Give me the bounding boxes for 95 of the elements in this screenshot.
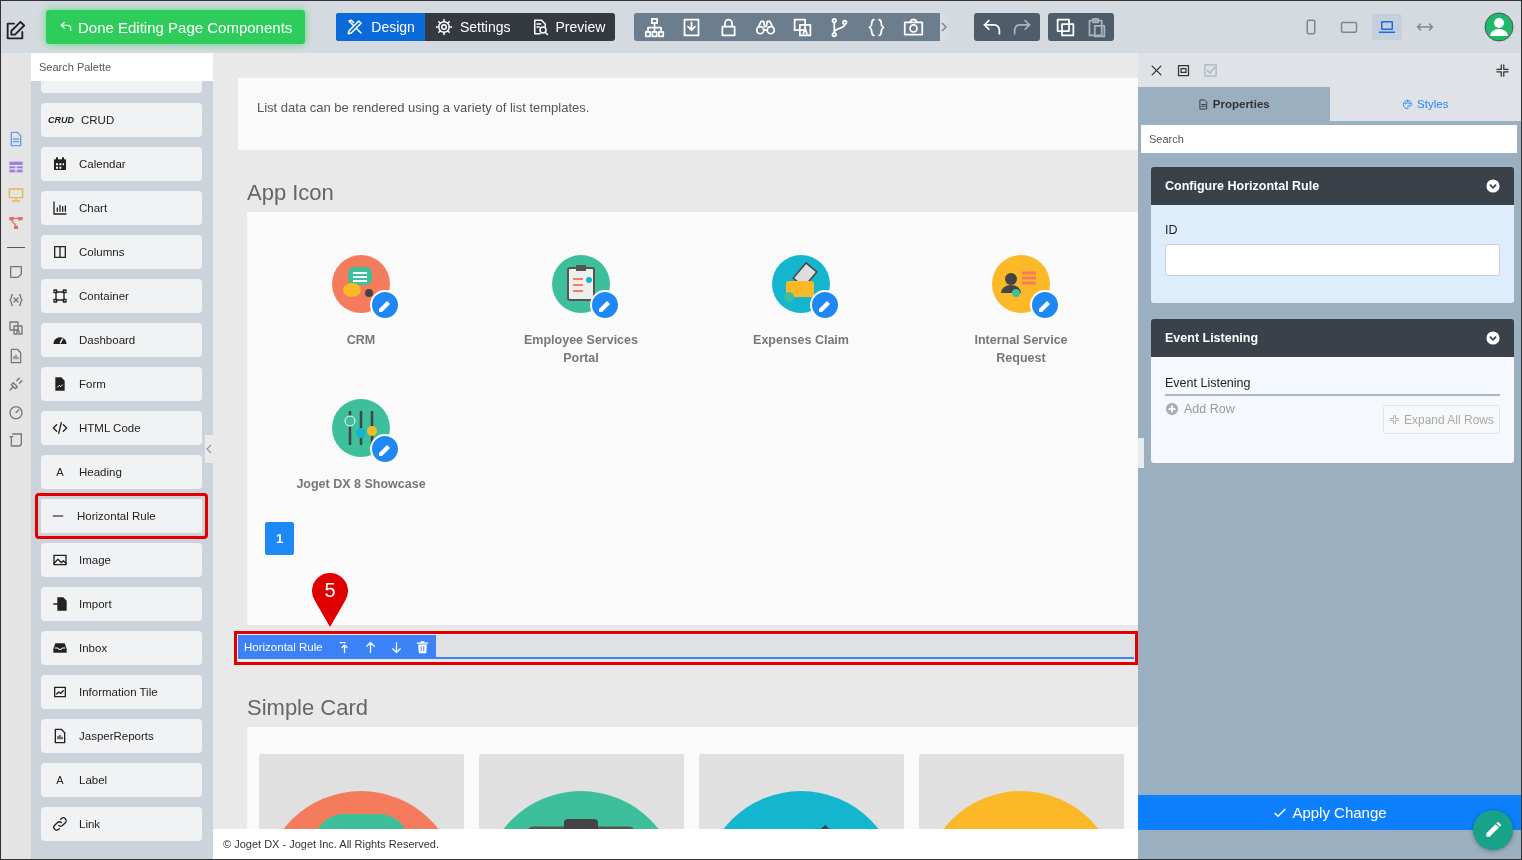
design-icon — [346, 18, 365, 36]
note-icon[interactable] — [8, 264, 24, 280]
page-icon[interactable] — [8, 131, 24, 147]
translate-icon[interactable] — [792, 16, 814, 38]
palette-item[interactable]: Link — [41, 807, 202, 841]
palette-item[interactable]: Form — [41, 367, 202, 401]
copy-icon[interactable] — [1055, 16, 1077, 38]
app-name[interactable]: Employee Services Portal — [511, 331, 651, 367]
palette-item[interactable]: Information Tile — [41, 675, 202, 709]
panel-tab[interactable]: Properties — [1138, 87, 1330, 121]
more-tools-tab[interactable] — [940, 13, 949, 41]
palette-item[interactable]: CRUD CRUD — [41, 103, 202, 137]
container-icon — [52, 288, 68, 304]
back-arrow-icon — [59, 20, 73, 34]
script-icon[interactable] — [8, 432, 24, 448]
paste-icon[interactable] — [1086, 16, 1108, 38]
palette-item[interactable]: Dashboard — [41, 323, 202, 357]
component-icon: CRUD — [48, 115, 74, 125]
chevron-down-icon — [1486, 331, 1500, 345]
section-header[interactable]: Event Listening — [1151, 319, 1514, 357]
app-name[interactable]: Internal Service Request — [951, 331, 1091, 367]
report-icon[interactable] — [8, 348, 24, 364]
app-name[interactable]: Joget DX 8 Showcase — [291, 475, 431, 493]
palette-item[interactable]: Import — [41, 587, 202, 621]
palette-item[interactable]: Container — [41, 279, 202, 313]
component-icon: A — [52, 466, 68, 478]
collapse-handle[interactable] — [205, 435, 213, 463]
settings-icon — [434, 18, 453, 36]
mode-tab[interactable]: Settings — [424, 13, 521, 41]
component-label: Horizontal Rule — [244, 641, 323, 653]
expand-icon — [1388, 414, 1400, 425]
delete-icon[interactable] — [414, 639, 430, 655]
component-icon: A — [52, 774, 68, 786]
report-icon — [52, 728, 68, 744]
chevron-right-icon — [940, 21, 949, 33]
field-label: Event Listening — [1165, 376, 1500, 396]
calendar-icon — [52, 156, 68, 172]
palette-item[interactable]: Inbox — [41, 631, 202, 665]
palette-item[interactable]: A Label — [41, 763, 202, 797]
app-name[interactable]: Expenses Claim — [731, 331, 871, 349]
search-field[interactable]: Search — [1141, 125, 1517, 153]
palette-item[interactable]: HTML Code — [41, 411, 202, 445]
columns-icon — [52, 244, 68, 260]
flow-icon[interactable] — [8, 215, 24, 231]
edit-fab-button[interactable] — [1473, 810, 1513, 850]
pencil-icon — [1483, 820, 1503, 840]
description-text: List data can be rendered using a variety of list templates. — [257, 99, 590, 115]
palette-icon — [1402, 98, 1414, 110]
link-icon — [52, 816, 68, 832]
table-icon[interactable] — [8, 159, 24, 175]
camera-icon[interactable] — [903, 16, 925, 38]
mode-tab[interactable]: Design — [336, 13, 425, 41]
app-name[interactable]: CRM — [291, 331, 431, 349]
plugin-icon[interactable] — [8, 376, 24, 392]
laptop-view-button[interactable] — [1372, 14, 1402, 40]
plus-icon — [1165, 402, 1179, 416]
checkbox-icon[interactable] — [1203, 62, 1218, 78]
field-label: ID — [1165, 223, 1179, 237]
palette-item[interactable]: Image — [41, 543, 202, 577]
section-heading: Simple Card — [247, 695, 370, 721]
chart-icon — [52, 200, 68, 216]
palette-item[interactable]: JasperReports — [41, 719, 202, 753]
footer-text: © Joget DX - Joget Inc. All Rights Reserved. — [213, 829, 1138, 859]
document-icon — [1197, 98, 1209, 110]
collapse-icon[interactable] — [1495, 62, 1510, 78]
palette-item[interactable]: Chart — [41, 191, 202, 225]
palette-item[interactable]: Calendar — [41, 147, 202, 181]
gauge-icon[interactable] — [8, 404, 24, 420]
sitemap-icon[interactable] — [644, 16, 666, 38]
section-heading: App Icon — [247, 180, 335, 206]
resize-handle[interactable] — [1138, 438, 1144, 468]
user-avatar[interactable] — [1484, 12, 1514, 42]
save-icon[interactable] — [1176, 62, 1191, 78]
code-icon — [52, 420, 68, 436]
palette-search-field[interactable]: Search Palette — [31, 53, 213, 81]
palette-item[interactable]: Columns — [41, 235, 202, 269]
apply-change-button[interactable]: Apply Change — [1138, 795, 1521, 830]
section-header[interactable]: Configure Horizontal Rule — [1151, 167, 1514, 205]
palette-item[interactable]: A Heading — [41, 455, 202, 489]
translate-icon[interactable] — [8, 320, 24, 336]
laptop-icon — [1378, 18, 1396, 36]
inbox-icon — [52, 640, 68, 656]
tile-icon — [52, 684, 68, 700]
chevron-left-icon — [205, 443, 213, 455]
page-button[interactable]: 1 — [265, 522, 294, 555]
image-icon — [52, 552, 68, 568]
import-icon — [52, 596, 68, 612]
id-input-field[interactable] — [1165, 244, 1500, 276]
form-icon — [52, 376, 68, 392]
chevron-down-icon — [1486, 179, 1500, 193]
variables-icon[interactable] — [8, 292, 24, 308]
rule-icon — [52, 515, 64, 517]
mode-tab[interactable]: Preview — [520, 13, 616, 41]
palette-item[interactable]: Horizontal Rule — [35, 493, 208, 539]
edit-icon[interactable] — [4, 20, 26, 42]
